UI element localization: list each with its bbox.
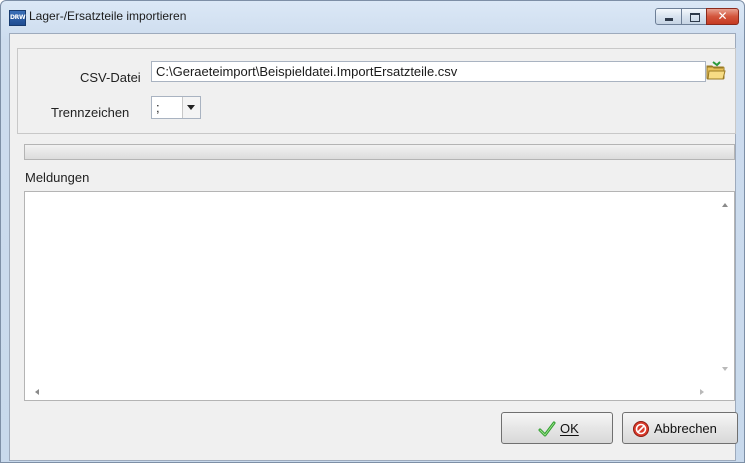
- folder-open-icon: [706, 61, 726, 80]
- scroll-right-icon[interactable]: [700, 389, 704, 395]
- close-button[interactable]: ✕: [706, 8, 739, 25]
- scroll-left-icon[interactable]: [35, 389, 39, 395]
- chevron-down-icon: [187, 105, 195, 110]
- ok-button[interactable]: OK: [501, 412, 613, 444]
- scroll-up-icon[interactable]: [722, 203, 728, 207]
- checkmark-icon: [538, 421, 556, 437]
- csv-file-label: CSV-Datei: [80, 70, 141, 85]
- maximize-icon: [690, 13, 700, 22]
- separator-value: ;: [156, 100, 160, 115]
- separator-select[interactable]: ;: [151, 96, 201, 119]
- import-progress-bar: [24, 144, 735, 160]
- ok-button-label: OK: [560, 421, 579, 436]
- vertical-scrollbar[interactable]: [717, 192, 734, 383]
- minimize-icon: [665, 18, 673, 21]
- app-icon: DRW: [9, 10, 26, 26]
- cancel-icon: [633, 421, 649, 437]
- scroll-down-icon[interactable]: [722, 367, 728, 371]
- close-icon: ✕: [717, 9, 728, 23]
- minimize-button[interactable]: [655, 8, 682, 25]
- cancel-button[interactable]: Abbrechen: [622, 412, 738, 444]
- window-title: Lager-/Ersatzteile importieren: [29, 9, 187, 23]
- maximize-button[interactable]: [681, 8, 707, 25]
- cancel-button-label: Abbrechen: [654, 421, 717, 436]
- horizontal-scrollbar[interactable]: [25, 383, 718, 400]
- messages-area[interactable]: [24, 191, 735, 401]
- separator-dropdown-button[interactable]: [182, 97, 200, 118]
- csv-file-input[interactable]: C:\Geraeteimport\Beispieldatei.ImportErs…: [151, 61, 706, 82]
- title-bar[interactable]: DRW Lager-/Ersatzteile importieren ✕: [1, 1, 744, 33]
- separator-label: Trennzeichen: [51, 105, 130, 120]
- open-file-button[interactable]: [705, 60, 727, 82]
- messages-label: Meldungen: [25, 170, 90, 185]
